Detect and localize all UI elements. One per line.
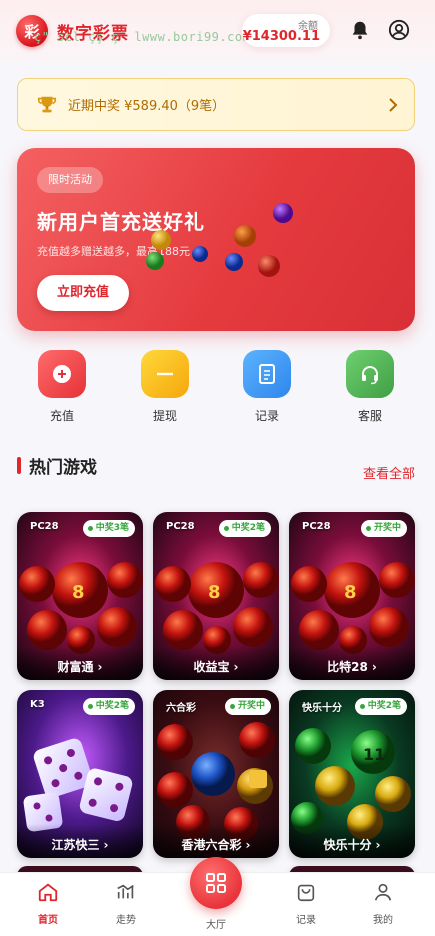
game-type: PC28	[30, 521, 59, 532]
game-type: PC28	[166, 521, 195, 532]
status-dot	[359, 704, 365, 709]
game-badge-text: 中奖3笔	[95, 523, 129, 533]
headset-icon	[346, 350, 394, 398]
status-dot	[223, 526, 229, 531]
game-card[interactable]: 11 快乐十分 中奖2笔 快乐十分 ›	[289, 690, 415, 858]
game-card[interactable]: 8 PC28 中奖2笔 收益宝 ›	[153, 512, 279, 680]
game-status-badge: 开奖中	[360, 520, 407, 537]
chevron-right-icon	[389, 98, 398, 112]
recharge-action[interactable]: 充值	[27, 350, 97, 424]
watermark-text: ç" scl çş ç˜ lwww.bori99.com	[34, 30, 251, 44]
status-dot	[229, 704, 235, 709]
nav-records[interactable]: 记录	[276, 881, 336, 926]
svg-text:8: 8	[344, 582, 357, 603]
lobby-center-button[interactable]	[190, 857, 242, 909]
game-card[interactable]: 8 PC28 开奖中 比特28 ›	[289, 512, 415, 680]
nav-mine[interactable]: 我的	[353, 881, 413, 926]
lottery-balls-illustration	[146, 203, 293, 277]
withdraw-label: 提现	[152, 409, 177, 423]
promo-tag: 限时活动	[37, 167, 103, 193]
game-status-badge: 中奖2笔	[218, 520, 271, 537]
game-badge-text: 中奖2笔	[367, 701, 401, 711]
chevron-right-icon: ›	[97, 660, 103, 674]
game-badge-text: 中奖2笔	[95, 701, 129, 711]
chevron-right-icon: ›	[245, 838, 251, 852]
records-label: 记录	[254, 409, 279, 423]
grid-icon	[206, 873, 226, 893]
game-name-bar: 香港六合彩 ›	[153, 824, 279, 858]
nav-home-label: 首页	[38, 915, 58, 926]
balance-pill[interactable]: 余额 ¥14300.11	[242, 14, 330, 47]
svg-text:8: 8	[72, 582, 85, 603]
game-name-bar: 比特28 ›	[289, 646, 415, 680]
chevron-right-icon: ›	[371, 660, 377, 674]
view-all-link[interactable]: 查看全部	[363, 463, 415, 482]
game-badge-text: 开奖中	[373, 523, 401, 533]
promo-banner[interactable]: 限时活动 新用户首充送好礼 充值越多赠送越多，最高188元 立即充值	[17, 148, 415, 331]
game-badge-text: 开奖中	[237, 701, 265, 711]
game-status-badge: 中奖2笔	[354, 698, 407, 715]
nav-mine-label: 我的	[373, 915, 393, 926]
game-name-bar: 江苏快三 ›	[17, 824, 143, 858]
game-type: 快乐十分	[302, 703, 342, 714]
document-icon	[243, 350, 291, 398]
svg-text:11: 11	[363, 745, 385, 764]
game-card[interactable]: 六合彩 开奖中 香港六合彩 ›	[153, 690, 279, 858]
records-action[interactable]: 记录	[232, 350, 302, 424]
support-action[interactable]: 客服	[335, 350, 405, 424]
nav-records-label: 记录	[296, 915, 316, 926]
shopping-bag-icon	[297, 884, 315, 902]
game-name: 香港六合彩	[181, 838, 242, 852]
status-dot	[87, 526, 93, 531]
user-icon	[374, 883, 392, 901]
status-dot	[87, 704, 93, 709]
game-name-bar: 快乐十分 ›	[289, 824, 415, 858]
bell-icon[interactable]	[349, 19, 371, 41]
chevron-right-icon: ›	[375, 838, 381, 852]
support-label: 客服	[357, 409, 382, 423]
game-name-bar: 收益宝 ›	[153, 646, 279, 680]
svg-text:8: 8	[208, 582, 221, 603]
trophy-icon	[37, 96, 57, 112]
game-name-bar: 财富通 ›	[17, 646, 143, 680]
game-badge-text: 中奖2笔	[231, 523, 265, 533]
recharge-label: 充值	[49, 409, 74, 423]
game-type: PC28	[302, 521, 331, 532]
game-card[interactable]: K3 中奖2笔 江苏快三 ›	[17, 690, 143, 858]
game-name: 江苏快三	[51, 838, 100, 852]
game-name: 比特28	[327, 660, 368, 674]
trend-chart-icon	[117, 884, 134, 899]
withdraw-action[interactable]: 提现	[130, 350, 200, 424]
game-status-badge: 开奖中	[224, 698, 271, 715]
home-icon	[38, 883, 58, 902]
game-card[interactable]: 8 PC28 中奖3笔 财富通 ›	[17, 512, 143, 680]
nav-lobby-label: 大厅	[206, 920, 226, 931]
balance-value: ¥14300.11	[242, 29, 320, 44]
recent-wins-notice[interactable]: 近期中奖 ¥589.40（9笔）	[17, 78, 415, 131]
game-name: 财富通	[57, 660, 94, 674]
game-status-badge: 中奖3笔	[82, 520, 135, 537]
game-status-badge: 中奖2笔	[82, 698, 135, 715]
game-type: 六合彩	[166, 703, 196, 714]
chevron-right-icon: ›	[233, 660, 239, 674]
hot-games-title: 热门游戏	[29, 458, 97, 478]
plus-circle-icon	[38, 350, 86, 398]
recharge-now-button[interactable]: 立即充值	[37, 275, 129, 311]
game-type: K3	[30, 699, 45, 710]
game-name: 快乐十分	[323, 838, 372, 852]
minus-icon	[141, 350, 189, 398]
status-dot	[365, 526, 371, 531]
user-profile-icon[interactable]	[388, 19, 410, 41]
nav-trend-label: 走势	[116, 915, 136, 926]
recent-wins-text: 近期中奖 ¥589.40（9笔）	[68, 99, 226, 114]
game-name: 收益宝	[193, 660, 230, 674]
section-accent-bar	[17, 457, 21, 474]
quick-actions: 充值 提现 记录 客服	[0, 350, 435, 430]
chevron-right-icon: ›	[103, 838, 109, 852]
nav-home[interactable]: 首页	[18, 881, 78, 926]
nav-trend[interactable]: 走势	[96, 881, 156, 926]
app-root: 彩 数字彩票 ç" scl çş ç˜ lwww.bori99.com 余额 ¥…	[0, 0, 435, 936]
